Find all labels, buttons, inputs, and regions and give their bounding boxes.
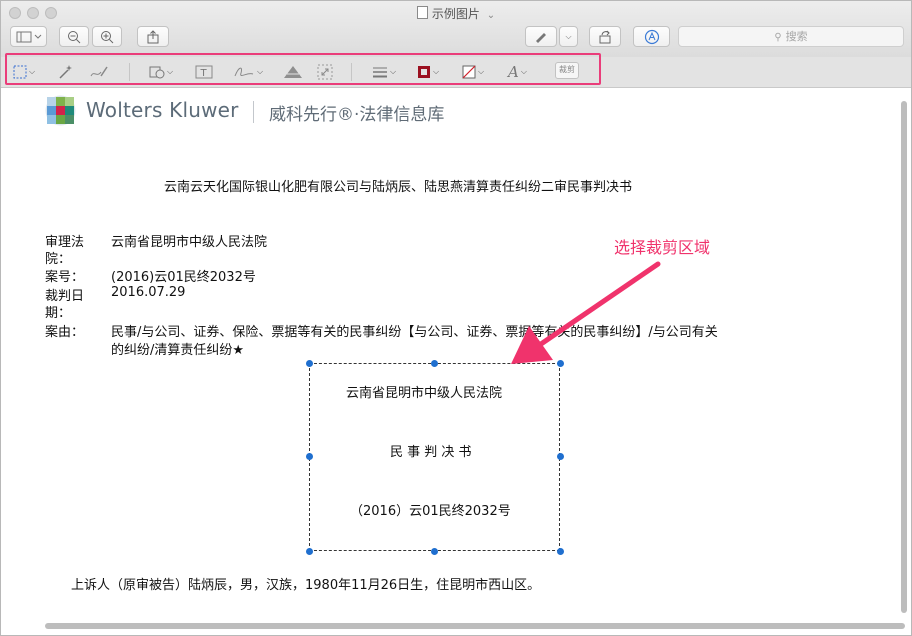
selection-handle-bottom-right[interactable] [557,548,564,555]
crop-selection-rectangle[interactable] [309,363,560,551]
search-icon: ⚲ [774,32,782,43]
brand-name: Wolters Kluwer [86,98,239,122]
sidebar-icon [16,31,41,42]
pen-menu-button[interactable]: ⌵ [559,26,578,47]
rotate-button[interactable] [589,26,621,47]
brand-divider [253,101,254,123]
judgment-date-label-line2: 期： [45,306,72,321]
markup-toolbar-button[interactable] [633,26,670,47]
selection-handle-right[interactable] [557,453,564,460]
search-placeholder: 搜索 [785,30,808,43]
vertical-scrollbar[interactable] [901,101,907,613]
share-button[interactable] [137,26,169,47]
brand-chinese-name: 威科先行®·法律信息库 [269,105,445,125]
selection-handle-bottom[interactable] [431,548,438,555]
zoom-in-button[interactable] [92,26,122,47]
horizontal-scrollbar[interactable] [45,623,905,629]
markup-toolbar-highlight [5,53,601,85]
case-number-value: (2016)云01民终2032号 [111,270,256,285]
pen-markup-button[interactable] [525,26,557,47]
title-chevron-down-icon: ⌄ [486,10,496,21]
document-title: 云南云天化国际银山化肥有限公司与陆炳辰、陆思燕清算责任纠纷二审民事判决书 [164,180,633,195]
share-icon [147,29,159,43]
sidebar-toggle-button[interactable] [10,26,47,47]
zoom-out-button[interactable] [59,26,89,47]
case-cause-value-line2: 的纠纷/清算责任纠纷★ [111,343,245,358]
markup-icon [644,29,659,44]
appellant-paragraph: 上诉人（原审被告）陆炳辰，男，汉族，1980年11月26日生，住昆明市西山区。 [71,578,541,593]
selection-handle-top[interactable] [431,360,438,367]
window-title-text: 示例图片 [431,7,480,21]
rotate-icon [599,30,611,43]
case-cause-label: 案由： [45,325,85,340]
annotation-arrow-icon [511,261,661,364]
court-label-line2: 院： [45,252,72,267]
document-icon [416,6,428,19]
document-canvas [1,88,911,635]
selection-handle-top-left[interactable] [306,360,313,367]
court-value: 云南省昆明市中级人民法院 [111,235,268,250]
title-bar: 示例图片 ⌄ ⌵ ⚲ 搜索 [1,1,911,58]
selection-handle-left[interactable] [306,453,313,460]
annotation-label: 选择裁剪区域 [614,238,711,257]
window-title[interactable]: 示例图片 ⌄ [1,5,911,22]
preview-window: 示例图片 ⌄ ⌵ ⚲ 搜索 ⌵ ⌵ T ⌵ ⌵ ⌵ ⌵ A ⌵ 裁剪 Wolte… [0,0,912,636]
pen-icon [536,32,546,43]
case-number-label: 案号： [45,270,85,285]
judgment-date-value: 2016.07.29 [111,285,186,300]
wolters-kluwer-logo-icon [45,95,76,126]
selection-handle-bottom-left[interactable] [306,548,313,555]
chevron-down-icon: ⌵ [565,31,572,41]
zoom-out-icon [68,30,81,43]
search-field[interactable]: ⚲ 搜索 [678,26,904,47]
zoom-in-icon [101,30,114,43]
